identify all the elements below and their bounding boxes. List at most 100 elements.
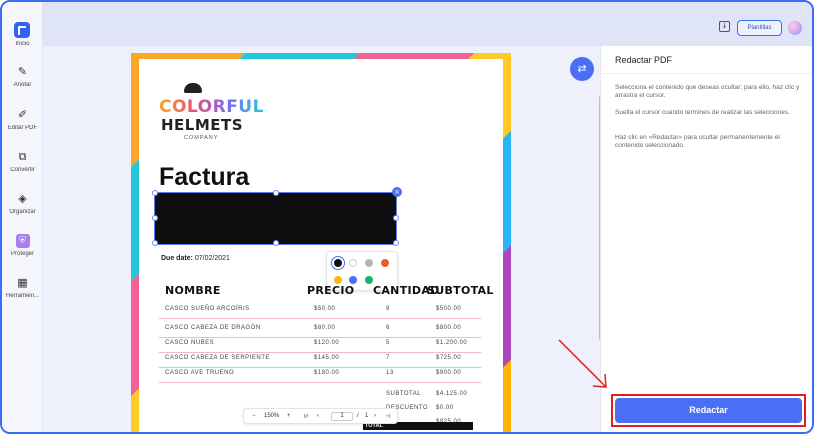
zoom-in-button[interactable]: +	[287, 413, 291, 419]
resize-handle[interactable]	[393, 240, 399, 246]
column-header-subtotal: SUBTOTAL	[427, 284, 494, 297]
rail-item-label: Editar PDF	[7, 125, 38, 131]
prev-page-icon[interactable]: ‹	[317, 413, 319, 419]
avatar[interactable]	[788, 21, 802, 35]
organize-icon: ◈	[18, 192, 27, 205]
edit-pdf-icon: ✐	[17, 108, 28, 121]
resize-handle[interactable]	[273, 240, 279, 246]
color-swatch-blue[interactable]	[349, 276, 357, 284]
resize-handle[interactable]	[273, 190, 279, 196]
helmet-logo-icon	[184, 83, 202, 93]
rail-item-editar-pdf[interactable]: ✐ Editar PDF	[2, 108, 43, 131]
cell-qty: 6	[386, 325, 390, 331]
cell-qty: 9	[386, 306, 390, 312]
zoom-toolbar: − 150% + ⊬ ‹ 1 / 1 › ⊣	[243, 408, 398, 424]
next-page-icon[interactable]: ›	[374, 413, 376, 419]
column-header-price: PRECIO	[307, 284, 355, 297]
table-row: CASCO CABEZA DE DRAGÓN $80.00 6 $800.00	[159, 323, 481, 338]
due-date-label: Due date:	[161, 255, 193, 262]
panel-instruction-3: Haz clic en «Redactar» para ocultar perm…	[615, 134, 780, 149]
last-page-icon[interactable]: ⊣	[385, 413, 390, 420]
convert-icon: ⧉	[18, 150, 27, 163]
panel-divider	[601, 73, 812, 74]
pointer-arrow-icon	[558, 339, 607, 388]
resize-handle[interactable]	[152, 190, 158, 196]
color-swatch-gray[interactable]	[365, 259, 373, 267]
color-swatch-green[interactable]	[365, 276, 373, 284]
app-window: Inicio ✎ Anotar ✐ Editar PDF ⧉ Convertir…	[0, 0, 814, 434]
cell-name: CASCO CABEZA DE SERPIENTE	[165, 355, 270, 361]
rail-item-inicio[interactable]: Inicio	[2, 38, 43, 47]
remove-redaction-icon[interactable]: ×	[392, 187, 402, 197]
resize-handle[interactable]	[152, 215, 158, 221]
color-swatch-orange[interactable]	[381, 259, 389, 267]
cell-subtotal: $1.200.00	[436, 340, 468, 346]
page-number-input[interactable]: 1	[331, 412, 353, 421]
color-swatch-black[interactable]	[331, 256, 345, 270]
rail-item-label: Inicio	[15, 41, 30, 47]
summary-discount-value: $0.00	[436, 405, 454, 411]
rail-item-anotar[interactable]: ✎ Anotar	[2, 65, 43, 88]
brand-company: COMPANY	[184, 135, 219, 141]
cell-name: CASCO SUEÑO ARCOÍRIS	[165, 306, 250, 312]
rail-item-convertir[interactable]: ⧉ Convertir	[2, 150, 43, 173]
cell-price: $80.00	[314, 325, 336, 331]
brand-name: COLORFUL	[159, 97, 264, 117]
color-swatch-yellow[interactable]	[334, 276, 342, 284]
cell-subtotal: $900.00	[436, 370, 462, 376]
cell-qty: 5	[386, 340, 390, 346]
rail-item-label: Convertir	[10, 167, 35, 173]
cell-name: CASCO AVE TRUENO	[165, 370, 235, 376]
rail-item-label: Herramien...	[5, 293, 39, 299]
swap-icon[interactable]: ⇄	[570, 57, 594, 81]
panel-instruction-1: Selecciona el contenido que deseas ocult…	[615, 84, 800, 99]
brand-name-2: HELMETS	[161, 116, 244, 134]
panel-title: Redactar PDF	[615, 55, 673, 65]
cell-subtotal: $725.00	[436, 355, 462, 361]
resize-handle[interactable]	[152, 240, 158, 246]
panel-instruction-2: Suelta el cursor cuando termines de real…	[615, 109, 790, 116]
download-icon[interactable]: ↓	[719, 21, 730, 32]
templates-button[interactable]: Plantillas	[737, 20, 782, 36]
redact-panel: Redactar PDF Selecciona el contenido que…	[600, 46, 812, 432]
invoice-title: Factura	[159, 163, 250, 191]
zoom-level[interactable]: 150%	[264, 413, 279, 419]
redaction-area[interactable]	[154, 192, 397, 245]
rail-item-organizar[interactable]: ◈ Organizar	[2, 192, 43, 215]
app-logo-icon[interactable]	[14, 22, 30, 38]
left-rail: Inicio ✎ Anotar ✐ Editar PDF ⧉ Convertir…	[2, 2, 43, 432]
rail-item-label: Organizar	[9, 209, 36, 215]
tools-icon: ▦	[17, 276, 28, 289]
top-bar: ↓ Plantillas	[43, 2, 812, 46]
resize-handle[interactable]	[393, 215, 399, 221]
cell-qty: 7	[386, 355, 390, 361]
summary-subtotal-value: $4.125.00	[436, 391, 468, 397]
cell-subtotal: $800.00	[436, 325, 462, 331]
rail-item-herramientas[interactable]: ▦ Herramien...	[2, 276, 43, 299]
cell-name: CASCO CABEZA DE DRAGÓN	[165, 325, 261, 331]
cell-qty: 13	[386, 370, 394, 376]
cell-name: CASCO NUBES	[165, 340, 215, 346]
page-total: 1	[365, 413, 369, 419]
first-page-icon[interactable]: ⊬	[304, 413, 309, 420]
cell-price: $145.00	[314, 355, 340, 361]
cell-price: $50.00	[314, 306, 336, 312]
color-swatch-white[interactable]	[349, 259, 357, 267]
zoom-out-button[interactable]: −	[252, 413, 256, 419]
cell-price: $180.00	[314, 370, 340, 376]
table-row: CASCO NUBES $120.00 5 $1.200.00	[159, 338, 481, 353]
summary-subtotal-label: SUBTOTAL	[386, 391, 422, 397]
protect-icon: ⛨	[15, 234, 30, 248]
page-separator: /	[357, 413, 359, 419]
annotate-icon: ✎	[17, 65, 28, 78]
rail-item-label: Anotar	[13, 82, 32, 88]
redact-button[interactable]: Redactar	[615, 398, 802, 423]
rail-item-label: Proteger	[10, 251, 34, 257]
rail-item-proteger[interactable]: ⛨ Proteger	[2, 234, 43, 257]
due-date: Due date: 07/02/2021	[161, 255, 230, 262]
cell-subtotal: $500.00	[436, 306, 462, 312]
cell-price: $120.00	[314, 340, 340, 346]
pdf-page-content: COLORFUL HELMETS COMPANY Factura × Due d…	[139, 59, 503, 432]
pdf-page: COLORFUL HELMETS COMPANY Factura × Due d…	[131, 53, 511, 432]
due-date-value: 07/02/2021	[194, 255, 230, 262]
